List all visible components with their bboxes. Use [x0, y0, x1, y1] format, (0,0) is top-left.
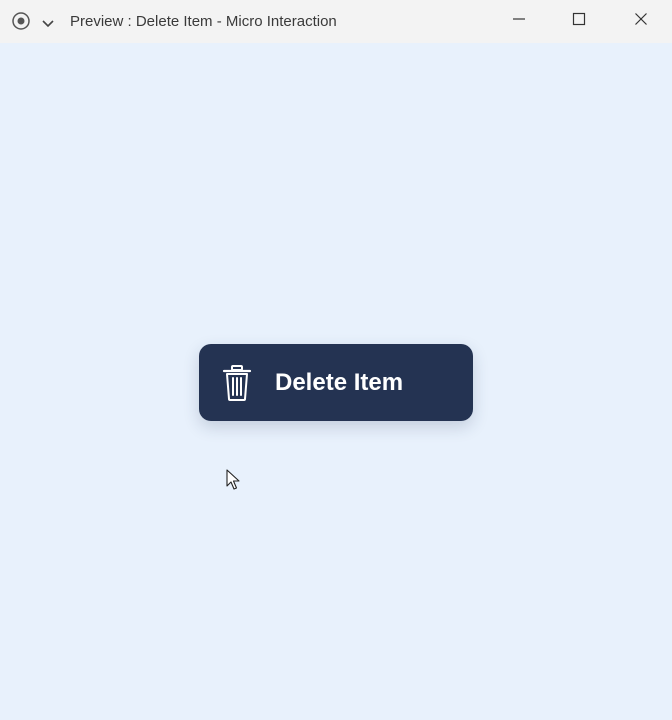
record-icon[interactable] — [12, 12, 30, 30]
maximize-icon — [572, 12, 586, 31]
title-bar[interactable]: Preview : Delete Item - Micro Interactio… — [0, 0, 672, 43]
close-button[interactable] — [618, 0, 664, 43]
preview-window: Preview : Delete Item - Micro Interactio… — [0, 0, 672, 720]
minimize-icon — [512, 12, 526, 31]
preview-canvas: Delete Item — [0, 43, 672, 720]
chevron-down-icon[interactable] — [41, 16, 55, 28]
delete-item-label: Delete Item — [275, 368, 404, 396]
delete-item-button[interactable]: Delete Item — [199, 344, 473, 421]
mouse-pointer-icon — [226, 469, 242, 491]
maximize-button[interactable] — [556, 0, 602, 43]
minimize-button[interactable] — [496, 0, 542, 43]
window-title: Preview : Delete Item - Micro Interactio… — [70, 13, 337, 30]
trash-icon — [221, 364, 253, 402]
close-icon — [634, 12, 648, 31]
